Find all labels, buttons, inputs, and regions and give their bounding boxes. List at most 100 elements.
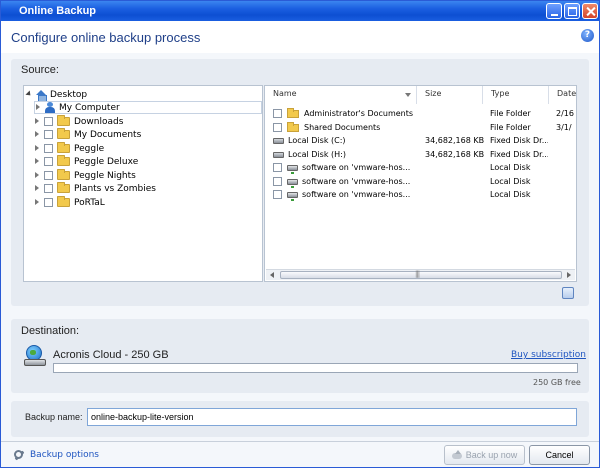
tree-checkbox[interactable]	[44, 198, 53, 207]
desktop-icon	[36, 89, 47, 102]
expand-arrow-icon[interactable]	[34, 158, 41, 165]
expand-arrow-icon[interactable]	[34, 172, 41, 179]
column-header-size[interactable]: Size	[417, 86, 483, 104]
expand-arrow-icon[interactable]	[34, 199, 41, 206]
scrollbar-thumb[interactable]	[280, 270, 562, 279]
expand-arrow-icon[interactable]	[34, 185, 41, 192]
file-checkbox[interactable]	[273, 163, 282, 172]
backup-arrow-icon	[451, 450, 462, 460]
folder-icon	[57, 155, 70, 166]
scroll-right-icon[interactable]	[564, 271, 573, 280]
source-label: Source:	[21, 64, 59, 76]
file-checkbox[interactable]	[273, 190, 282, 199]
horizontal-scrollbar[interactable]	[266, 269, 575, 280]
tree-item-label: PoRTaL	[74, 197, 105, 208]
online-backup-window: Online Backup Configure online backup pr…	[0, 0, 600, 468]
tree-item-label: Desktop	[50, 89, 88, 100]
folder-tree[interactable]: Desktop My Computer Downloads My Documen…	[23, 85, 263, 282]
cancel-button[interactable]: Cancel	[529, 445, 590, 465]
tree-item-label: Downloads	[74, 116, 124, 127]
maximize-button[interactable]	[564, 3, 580, 19]
page-title: Configure online backup process	[11, 30, 201, 45]
folder-icon	[57, 128, 70, 139]
destination-label: Destination:	[21, 325, 80, 337]
folder-icon	[57, 182, 70, 193]
collapse-arrow-icon[interactable]	[26, 91, 33, 98]
tree-item-label: Peggle Deluxe	[74, 156, 139, 167]
file-row[interactable]: software on 'vmware-hos... Local Disk	[265, 175, 576, 188]
maximize-icon	[568, 7, 577, 16]
column-header-type[interactable]: Type	[483, 86, 549, 104]
column-header-name[interactable]: Name	[265, 86, 417, 104]
tree-checkbox[interactable]	[44, 117, 53, 126]
cloud-storage-icon	[24, 345, 46, 367]
folder-icon	[57, 115, 70, 126]
network-drive-icon	[287, 164, 298, 174]
expand-arrow-icon[interactable]	[35, 104, 42, 111]
file-list[interactable]: Name Size Type Date Administrator's Docu…	[264, 85, 577, 282]
folder-icon	[57, 169, 70, 180]
tree-item-peggle-nights[interactable]: Peggle Nights	[34, 169, 136, 182]
header: Configure online backup process ?	[1, 21, 599, 53]
minimize-button[interactable]	[546, 3, 562, 19]
close-button[interactable]	[582, 3, 598, 19]
tree-item-plants-vs-zombies[interactable]: Plants vs Zombies	[34, 182, 156, 195]
buy-subscription-link[interactable]: Buy subscription	[511, 350, 586, 360]
tree-item-my-documents[interactable]: My Documents	[34, 128, 141, 141]
help-icon[interactable]: ?	[581, 29, 594, 42]
destination-name: Acronis Cloud - 250 GB	[53, 349, 169, 361]
tree-item-label: Peggle	[74, 143, 105, 154]
wrench-icon[interactable]	[14, 450, 25, 461]
disk-icon	[273, 151, 284, 158]
file-row[interactable]: Shared Documents File Folder 3/1/	[265, 121, 576, 134]
folder-icon	[57, 142, 70, 153]
file-checkbox[interactable]	[273, 109, 282, 118]
sort-arrow-icon	[405, 93, 411, 97]
folder-icon	[287, 107, 299, 118]
folder-icon	[287, 121, 299, 132]
column-header-date[interactable]: Date	[549, 86, 576, 104]
expand-arrow-icon[interactable]	[34, 145, 41, 152]
back-up-now-button[interactable]: Back up now	[444, 445, 525, 465]
minimize-icon	[551, 14, 558, 16]
window-title: Online Backup	[19, 5, 97, 17]
tree-item-desktop[interactable]: Desktop	[26, 88, 88, 102]
title-bar[interactable]: Online Backup	[1, 1, 599, 21]
network-drive-icon	[287, 191, 298, 201]
folder-icon	[57, 196, 70, 207]
file-row[interactable]: Administrator's Documents File Folder 2/…	[265, 107, 576, 120]
tree-checkbox[interactable]	[44, 144, 53, 153]
scroll-left-icon[interactable]	[268, 271, 277, 280]
tree-checkbox[interactable]	[44, 184, 53, 193]
expand-arrow-icon[interactable]	[34, 131, 41, 138]
storage-quota-bar	[53, 363, 578, 373]
tree-item-label: Plants vs Zombies	[74, 183, 156, 194]
tree-item-my-computer[interactable]: My Computer	[34, 101, 262, 114]
tree-item-label: My Computer	[59, 102, 120, 113]
tree-item-label: My Documents	[74, 129, 142, 140]
file-row[interactable]: software on 'vmware-hos... Local Disk	[265, 161, 576, 174]
backup-name-input[interactable]: online-backup-lite-version	[87, 408, 577, 426]
view-toggle-button[interactable]	[562, 287, 574, 299]
computer-icon	[45, 102, 55, 113]
tree-item-portal[interactable]: PoRTaL	[34, 196, 105, 209]
file-row[interactable]: Local Disk (H:) 34,682,168 KB Fixed Disk…	[265, 148, 576, 161]
tree-checkbox[interactable]	[44, 130, 53, 139]
backup-options-link[interactable]: Backup options	[30, 450, 99, 460]
file-checkbox[interactable]	[273, 123, 282, 132]
file-row[interactable]: software on 'vmware-hos... Local Disk	[265, 188, 576, 201]
file-row[interactable]: Local Disk (C:) 34,682,168 KB Fixed Disk…	[265, 134, 576, 147]
footer-divider	[1, 441, 599, 442]
backup-name-label: Backup name:	[25, 412, 83, 422]
tree-item-label: Peggle Nights	[74, 170, 136, 181]
network-drive-icon	[287, 178, 298, 188]
file-checkbox[interactable]	[273, 177, 282, 186]
tree-checkbox[interactable]	[44, 171, 53, 180]
tree-item-downloads[interactable]: Downloads	[34, 115, 123, 128]
free-space-text: 250 GB free	[533, 378, 581, 387]
tree-checkbox[interactable]	[44, 157, 53, 166]
tree-item-peggle-deluxe[interactable]: Peggle Deluxe	[34, 155, 138, 168]
expand-arrow-icon[interactable]	[34, 118, 41, 125]
tree-item-peggle[interactable]: Peggle	[34, 142, 104, 155]
disk-icon	[273, 137, 284, 144]
